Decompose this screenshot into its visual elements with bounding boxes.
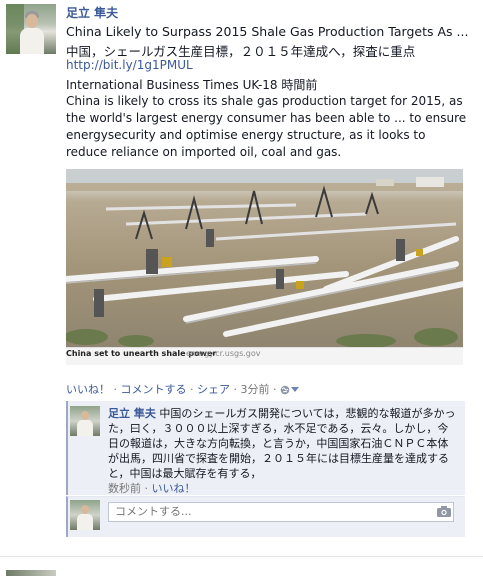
comment-text: 中国のシェールガス開発については，悲観的な報道が多かった，曰く，３０００以上深す… [108, 407, 456, 480]
globe-icon[interactable] [280, 385, 290, 398]
comment-body: 足立 隼夫 中国のシェールガス開発については，悲観的な報道が多かった，曰く，３０… [108, 406, 458, 481]
viewer-avatar [70, 500, 100, 530]
comment-like-link[interactable]: いいね！ [152, 482, 196, 495]
share-link[interactable]: シェア [197, 383, 230, 396]
like-link[interactable]: いいね！ [66, 383, 110, 396]
comment-timestamp[interactable]: 数秒前 [108, 482, 141, 495]
shale-gas-field-photo[interactable] [66, 169, 463, 347]
post-source: International Business Times UK-18 時間前 [66, 78, 318, 92]
author-avatar[interactable] [6, 4, 56, 54]
post-short-link[interactable]: http://bit.ly/1g1PMUL [66, 58, 193, 72]
next-post-avatar[interactable] [6, 570, 56, 576]
post-author-name[interactable]: 足立 隼夫 [66, 4, 118, 21]
comment-input[interactable] [108, 502, 454, 522]
shale-gas-field-illustration [66, 169, 463, 347]
commenter-avatar[interactable] [70, 406, 100, 436]
chevron-down-icon[interactable] [291, 383, 299, 396]
comment-meta: 数秒前 · いいね！ [108, 482, 196, 495]
camera-icon[interactable] [437, 506, 451, 517]
post-timestamp[interactable]: 3分前 [241, 383, 270, 396]
comment-author-name[interactable]: 足立 隼夫 [108, 407, 156, 420]
post-body-text: China is likely to cross its shale gas p… [66, 94, 467, 159]
photo-credit: energy.cr.usgs.gov [186, 349, 261, 358]
post-action-bar: いいね！ · コメントする · シェア · 3分前 · [66, 381, 299, 398]
post-divider [0, 556, 483, 557]
comment-link[interactable]: コメントする [121, 383, 187, 396]
post-link-title[interactable]: China Likely to Surpass 2015 Shale Gas P… [66, 24, 468, 39]
